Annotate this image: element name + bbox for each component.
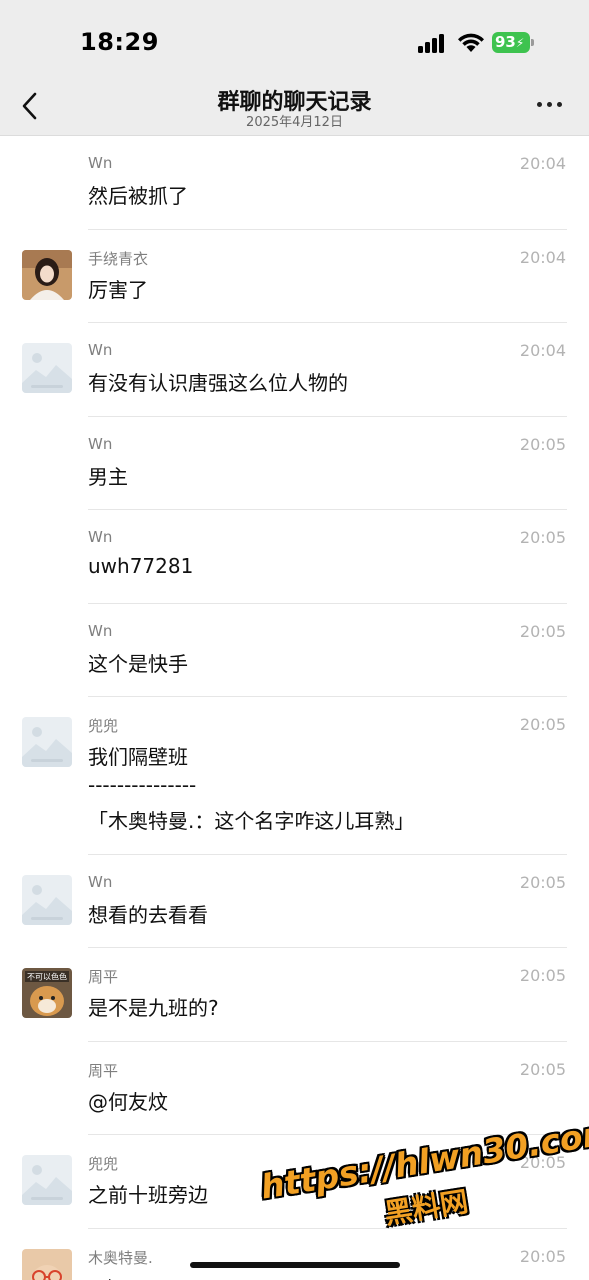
chat-message[interactable]: Wn 20:05 这个是快手 <box>0 604 589 697</box>
message-text: 厉害了 <box>88 277 148 302</box>
message-time: 20:04 <box>519 154 566 173</box>
message-sender[interactable]: Wn <box>88 435 112 453</box>
avatar[interactable] <box>22 343 72 393</box>
message-sender[interactable]: 兜兜 <box>88 715 118 736</box>
message-time: 20:04 <box>519 341 566 360</box>
message-time: 20:05 <box>519 872 566 892</box>
message-time: 20:05 <box>519 434 566 454</box>
message-list[interactable]: Wn 20:04 然后被抓了手绕青衣 20:04 厉害了 Wn 20:04 有没有认识唐强这么… <box>0 136 589 1280</box>
message-text: 之前十班旁边 <box>88 1183 208 1207</box>
chat-message[interactable]: Wn 20:04 有没有认识唐强这么位人物的 <box>0 323 589 417</box>
message-text: 然后被抓了 <box>88 184 188 208</box>
message-text: 男主 <box>88 464 128 489</box>
image-placeholder-icon <box>22 874 72 925</box>
message-sender[interactable]: 手绕青衣 <box>88 248 148 269</box>
chat-message[interactable]: Wn 20:05 想看的去看看 <box>0 855 589 948</box>
message-time: 20:05 <box>519 528 566 547</box>
message-text: 这个是快手 <box>88 651 188 676</box>
battery-charging-icon: 93⚡ <box>492 32 534 53</box>
message-text: --------------- <box>88 773 197 797</box>
chat-message[interactable]: 周平 20:05 @何友炆 <box>0 1042 589 1135</box>
message-text: 「木奥特曼.：这个名字咋这儿耳熟」 <box>88 809 415 833</box>
avatar[interactable]: 不可以色色 <box>22 968 72 1018</box>
message-sender[interactable]: Wn <box>88 154 112 172</box>
message-time: 20:05 <box>519 621 566 641</box>
user-photo-icon <box>22 1248 72 1280</box>
image-placeholder-icon <box>22 1155 72 1205</box>
avatar[interactable] <box>22 249 72 300</box>
chat-message[interactable]: 兜兜 20:05 之前十班旁边 <box>0 1135 589 1229</box>
status-bar: 18:29 93⚡ <box>0 0 589 80</box>
chat-message[interactable]: Wn 20:04 然后被抓了 <box>0 136 589 230</box>
message-sender[interactable]: Wn <box>88 873 112 891</box>
chat-message[interactable]: 兜兜 20:05 我们隔壁班 --------------- 「木奥特曼.：这个名字咋这… <box>0 697 589 855</box>
message-time: 20:05 <box>519 1153 566 1172</box>
chat-message[interactable]: 木奥特曼. 20:05 ?班? <box>0 1229 589 1280</box>
nav-bar: 群聊的聊天记录 2025年4月12日 <box>0 80 589 136</box>
wifi-icon <box>458 33 484 52</box>
image-placeholder-icon <box>22 717 72 767</box>
message-text: ?班? <box>88 1273 567 1280</box>
message-text: 想看的去看看 <box>88 902 208 927</box>
message-sender[interactable]: 木奥特曼. <box>88 1247 153 1268</box>
message-text: @何友炆 <box>88 1089 168 1114</box>
message-text: 我们隔壁班 <box>88 745 188 769</box>
signal-icon <box>418 33 448 53</box>
chat-message[interactable]: Wn 20:05 男主 <box>0 417 589 510</box>
message-time: 20:05 <box>519 966 566 985</box>
message-sender[interactable]: 兜兜 <box>88 1153 118 1174</box>
avatar[interactable] <box>22 717 72 767</box>
message-time: 20:05 <box>519 1246 566 1266</box>
battery-level: 93⚡ <box>492 32 530 53</box>
avatar[interactable] <box>22 874 72 925</box>
chat-message[interactable]: 手绕青衣 20:04 厉害了 <box>0 230 589 323</box>
avatar[interactable] <box>22 1248 72 1280</box>
status-time: 18:29 <box>80 28 159 56</box>
message-text: uwh77281 <box>88 554 194 578</box>
message-time: 20:05 <box>519 1059 566 1079</box>
message-sender[interactable]: 周平 <box>88 1060 118 1081</box>
avatar[interactable] <box>22 1155 72 1205</box>
home-indicator[interactable] <box>190 1262 400 1268</box>
message-time: 20:05 <box>519 715 566 734</box>
more-icon[interactable] <box>537 102 563 108</box>
message-sender[interactable]: Wn <box>88 528 112 546</box>
page-subtitle: 2025年4月12日 <box>246 115 343 130</box>
message-sender[interactable]: 周平 <box>88 966 118 987</box>
message-text: 有没有认识唐强这么位人物的 <box>88 371 348 395</box>
dog-meme-icon: 不可以色色 <box>22 968 72 1018</box>
message-sender[interactable]: Wn <box>88 622 112 640</box>
svg-text:不可以色色: 不可以色色 <box>27 972 67 982</box>
message-time: 20:04 <box>519 247 566 267</box>
message-sender[interactable]: Wn <box>88 341 112 359</box>
user-photo-icon <box>22 249 72 300</box>
chat-message[interactable]: 不可以色色 周平 20:05 是不是九班的? <box>0 948 589 1042</box>
image-placeholder-icon <box>22 343 72 393</box>
message-text: 是不是九班的? <box>88 996 219 1020</box>
chat-message[interactable]: Wn 20:05 uwh77281 <box>0 510 589 604</box>
